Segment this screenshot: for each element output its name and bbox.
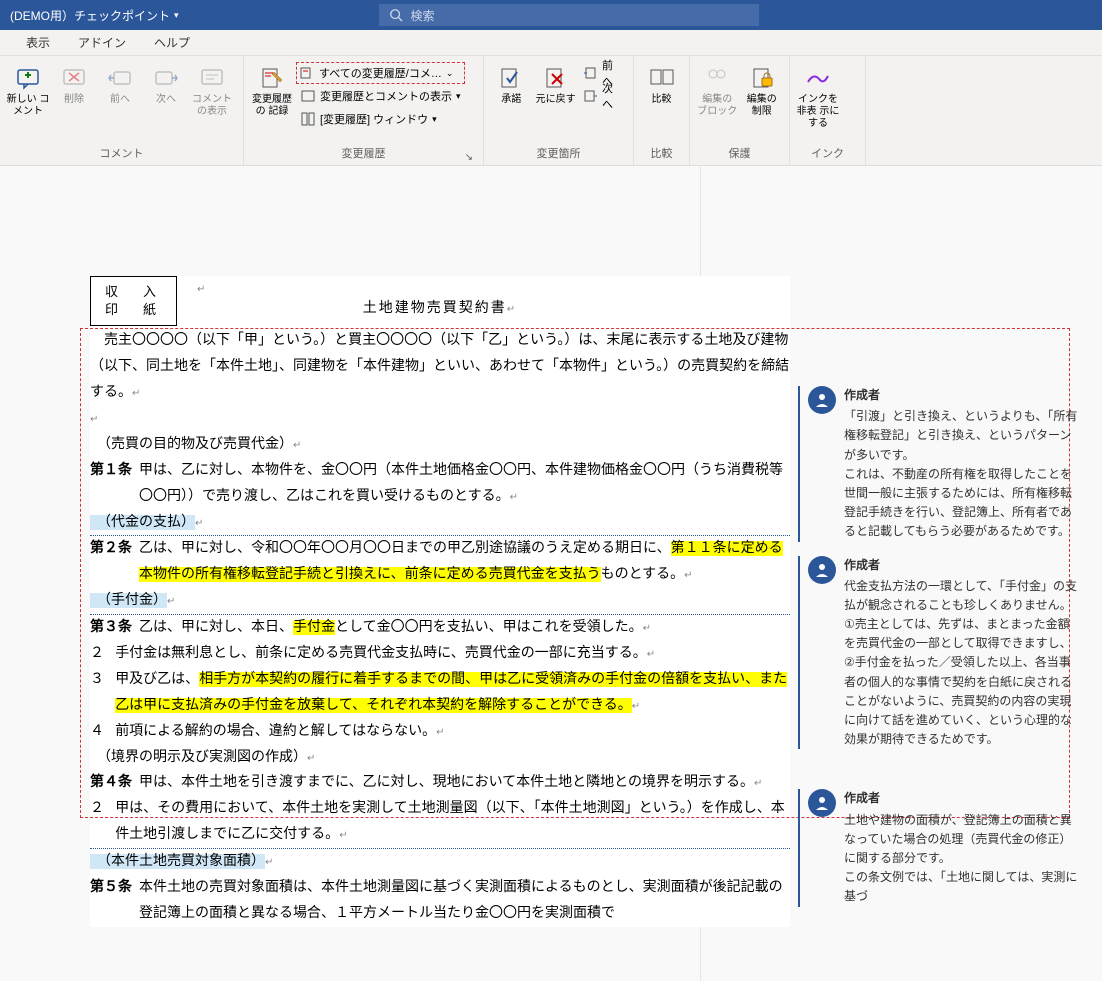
show-markup-dropdown[interactable]: 変更履歴とコメントの表示 ▾ (296, 85, 465, 107)
heading-4: （境界の明示及び実測図の作成） (90, 745, 790, 771)
comment-text: 土地や建物の面積が、登記簿上の面積と異なっていた場合の処理（売買代金の修正）に関… (844, 811, 1078, 907)
heading-2: （代金の支払） (90, 510, 790, 537)
heading-1: （売買の目的物及び売買代金） (90, 432, 790, 458)
avatar-icon (808, 789, 836, 817)
heading-3: （手付金） (90, 588, 790, 615)
group-label-ink: インク (796, 145, 859, 163)
block-authors-button[interactable]: 編集の ブロック (696, 60, 739, 118)
accept-button[interactable]: 承諾 (490, 60, 532, 107)
article-3-4: ４前項による解約の場合、違約と解してはならない。 (90, 719, 790, 745)
article-4-2: ２甲は、その費用において、本件土地を実測して土地測量図（以下、「本件土地測図」と… (90, 796, 790, 849)
show-comments-button[interactable]: コメント の表示 (190, 60, 234, 118)
group-label-comment: コメント (6, 145, 237, 163)
reviewing-pane-icon (300, 111, 316, 127)
prev-comment-button[interactable]: 前へ (98, 60, 142, 118)
hide-ink-button[interactable]: インクを非表 示にする (796, 60, 840, 130)
restrict-editing-button[interactable]: 編集の 制限 (741, 60, 784, 118)
next-change-icon (583, 88, 598, 104)
comment-text: 「引渡」と引き換え、というよりも、「所有権移転登記」と引き換え、というパターンが… (844, 407, 1078, 541)
article-2: 第２条 乙は、甲に対し、令和〇〇年〇〇月〇〇日までの甲乙別途協議のうえ定める期日… (90, 536, 790, 588)
group-label-track: 変更履歴 (342, 145, 386, 163)
new-comment-button[interactable]: 新しい コメント (6, 60, 50, 118)
window-title: (DEMO用）チェックポイント (10, 7, 170, 24)
group-label-protect: 保護 (696, 145, 783, 163)
article-3-3: ３甲及び乙は、相手方が本契約の履行に着手するまでの間、甲は乙に受領済みの手付金の… (90, 667, 790, 719)
comment-2[interactable]: 作成者 代金支払方法の一環として、「手付金」の支払が観念されることも珍しくありま… (798, 556, 1078, 750)
tab-view[interactable]: 表示 (12, 30, 64, 56)
search-icon (389, 8, 403, 22)
reject-button[interactable]: 元に戻す (534, 60, 576, 107)
group-label-compare: 比較 (640, 145, 683, 163)
prev-change-icon (583, 65, 598, 81)
article-4-1: 第４条 甲は、本件土地を引き渡すまでに、乙に対し、現地において本件土地と隣地との… (90, 770, 790, 796)
tab-addin[interactable]: アドイン (64, 30, 140, 56)
reviewing-pane-dropdown[interactable]: [変更履歴] ウィンドウ ▾ (296, 108, 465, 130)
display-for-review-dropdown[interactable]: すべての変更履歴/コメ…⌄ (296, 62, 465, 84)
track-changes-button[interactable]: 変更履歴の 記録 (250, 60, 294, 130)
comment-1[interactable]: 作成者 「引渡」と引き換え、というよりも、「所有権移転登記」と引き換え、というパ… (798, 386, 1078, 542)
display-review-icon (299, 65, 315, 81)
article-3-2: ２手付金は無利息とし、前条に定める売買代金支払時に、売買代金の一部に充当する。 (90, 641, 790, 667)
compare-button[interactable]: 比較 (640, 60, 683, 106)
show-markup-icon (300, 88, 316, 104)
article-1: 第１条 甲は、乙に対し、本物件を、金〇〇円（本件土地価格金〇〇円、本件建物価格金… (90, 458, 790, 510)
comment-author: 作成者 (844, 556, 1078, 575)
search-box[interactable]: 検索 (379, 4, 759, 26)
group-label-changes: 変更箇所 (490, 145, 627, 163)
avatar-icon (808, 556, 836, 584)
preamble: 売主〇〇〇〇（以下「甲」という。）と買主〇〇〇〇（以下「乙」という。）は、末尾に… (90, 328, 790, 406)
delete-comment-button[interactable]: 削除 (52, 60, 96, 118)
revenue-stamp: 収 入 印 紙 (90, 276, 177, 326)
doc-title: 土地建物売買契約書 (90, 296, 790, 322)
para-mark-icon (197, 276, 205, 302)
comment-3[interactable]: 作成者 土地や建物の面積が、登記簿上の面積と異なっていた場合の処理（売買代金の修… (798, 789, 1078, 906)
tab-help[interactable]: ヘルプ (140, 30, 204, 56)
article-3-1: 第３条 乙は、甲に対し、本日、手付金として金〇〇円を支払い、甲はこれを受領した。 (90, 615, 790, 641)
next-comment-button[interactable]: 次へ (144, 60, 188, 118)
title-dropdown-icon[interactable]: ▾ (174, 10, 179, 21)
search-placeholder: 検索 (411, 7, 435, 24)
article-5-1: 第５条 本件土地の売買対象面積は、本件土地測量図に基づく実測面積によるものとし、… (90, 875, 790, 927)
comment-author: 作成者 (844, 386, 1078, 405)
next-change-button[interactable]: 次へ (579, 85, 627, 107)
document-page[interactable]: 収 入 印 紙 土地建物売買契約書 売主〇〇〇〇（以下「甲」という。）と買主〇〇… (90, 276, 790, 927)
heading-5: （本件土地売買対象面積） (90, 849, 790, 875)
avatar-icon (808, 386, 836, 414)
comment-text: 代金支払方法の一環として、「手付金」の支払が観念されることも珍しくありません。 … (844, 577, 1078, 750)
comment-author: 作成者 (844, 789, 1078, 808)
track-launcher-icon[interactable]: ↘ (465, 152, 477, 163)
